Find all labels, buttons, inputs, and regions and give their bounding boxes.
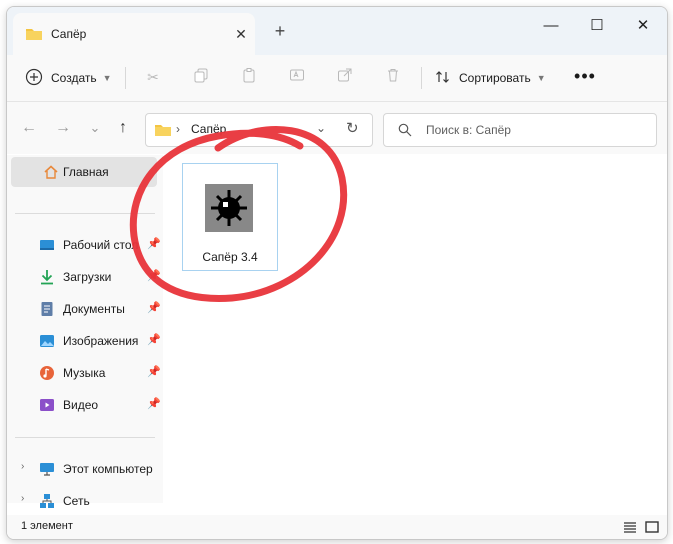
navigation-pane: Главная Рабочий стол 📌 Загрузки 📌 Докуме… bbox=[7, 155, 163, 508]
toolbar-divider bbox=[125, 67, 126, 89]
plus-circle-icon bbox=[25, 68, 43, 89]
paste-icon[interactable] bbox=[239, 67, 259, 87]
large-icons-view-icon[interactable] bbox=[645, 520, 659, 534]
sidebar-item-label: Музыка bbox=[63, 366, 106, 380]
share-icon[interactable] bbox=[335, 67, 355, 87]
pin-icon: 📌 bbox=[147, 366, 161, 378]
sidebar-item-downloads[interactable]: Загрузки 📌 bbox=[11, 263, 161, 291]
item-count: 1 элемент bbox=[21, 520, 73, 532]
sidebar-divider bbox=[15, 437, 155, 438]
tab-strip: Сапёр ✕ + — ☐ ✕ bbox=[7, 7, 667, 55]
tab-label: Сапёр bbox=[51, 27, 87, 41]
close-button[interactable]: ✕ bbox=[621, 11, 665, 41]
video-icon bbox=[39, 397, 55, 413]
pin-icon: 📌 bbox=[147, 270, 161, 282]
network-icon bbox=[39, 493, 55, 509]
computer-icon bbox=[39, 461, 55, 477]
chevron-down-icon: ▼ bbox=[102, 73, 112, 83]
new-tab-button[interactable]: + bbox=[269, 21, 291, 43]
sidebar-divider bbox=[15, 213, 155, 214]
more-options-button[interactable]: ••• bbox=[572, 65, 598, 91]
search-box[interactable]: Поиск в: Сапёр bbox=[383, 113, 657, 147]
navigation-bar: ← → ⌄ ↑ › Сапёр ⌄ ↻ Поиск в: Сапёр bbox=[7, 102, 667, 154]
folder-icon bbox=[154, 123, 172, 140]
desktop-icon bbox=[39, 237, 55, 253]
rename-icon[interactable] bbox=[287, 67, 307, 87]
sidebar-item-pictures[interactable]: Изображения 📌 bbox=[11, 327, 161, 355]
file-list: Сапёр 3.4 bbox=[164, 155, 667, 503]
maximize-button[interactable]: ☐ bbox=[575, 11, 619, 41]
sidebar-item-label: Сеть bbox=[63, 494, 90, 508]
create-button[interactable]: Создать ▼ bbox=[25, 65, 112, 91]
sidebar-item-label: Рабочий стол bbox=[63, 238, 139, 252]
delete-icon[interactable] bbox=[383, 67, 403, 87]
sidebar-item-label: Загрузки bbox=[63, 270, 112, 284]
recent-locations-button[interactable]: ⌄ bbox=[83, 116, 107, 140]
pin-icon: 📌 bbox=[147, 238, 161, 250]
cut-icon[interactable]: ✂ bbox=[143, 67, 163, 87]
sidebar-item-this-pc[interactable]: › Этот компьютер bbox=[11, 455, 159, 483]
folder-icon bbox=[25, 27, 43, 44]
back-button[interactable]: ← bbox=[17, 116, 41, 140]
sidebar-item-home[interactable]: Главная bbox=[11, 157, 157, 187]
tab-saper[interactable]: Сапёр ✕ bbox=[13, 13, 255, 55]
home-icon bbox=[43, 164, 59, 183]
explorer-window: Сапёр ✕ + — ☐ ✕ Создать ▼ ✂ Сортировать … bbox=[6, 6, 668, 540]
minimize-button[interactable]: — bbox=[529, 11, 573, 41]
pin-icon: 📌 bbox=[147, 302, 161, 314]
chevron-down-icon: ▼ bbox=[536, 73, 546, 83]
sidebar-item-label: Главная bbox=[63, 165, 109, 179]
sidebar-item-label: Изображения bbox=[63, 334, 139, 348]
sidebar-item-network[interactable]: › Сеть bbox=[11, 487, 159, 515]
sidebar-item-videos[interactable]: Видео 📌 bbox=[11, 391, 161, 419]
sidebar-item-label: Этот компьютер bbox=[63, 462, 153, 476]
status-bar: 1 элемент bbox=[7, 515, 667, 539]
sidebar-item-desktop[interactable]: Рабочий стол 📌 bbox=[11, 231, 161, 259]
sidebar-item-label: Документы bbox=[63, 302, 125, 316]
sort-label: Сортировать bbox=[459, 71, 531, 85]
create-label: Создать bbox=[51, 71, 97, 85]
sidebar-item-documents[interactable]: Документы 📌 bbox=[11, 295, 161, 323]
file-item-saper[interactable]: Сапёр 3.4 bbox=[182, 163, 278, 271]
pin-icon: 📌 bbox=[147, 334, 161, 346]
command-bar: Создать ▼ ✂ Сортировать ▼ ••• bbox=[7, 55, 667, 102]
file-name: Сапёр 3.4 bbox=[202, 250, 258, 264]
sort-icon bbox=[435, 69, 451, 88]
documents-icon bbox=[39, 301, 55, 317]
address-dropdown-icon[interactable]: ⌄ bbox=[316, 121, 326, 135]
pin-icon: 📌 bbox=[147, 398, 161, 410]
search-placeholder: Поиск в: Сапёр bbox=[426, 123, 511, 137]
search-icon bbox=[398, 123, 412, 140]
sidebar-item-music[interactable]: Музыка 📌 bbox=[11, 359, 161, 387]
tab-close-button[interactable]: ✕ bbox=[231, 24, 251, 44]
chevron-right-icon[interactable]: › bbox=[21, 461, 24, 472]
download-icon bbox=[39, 269, 55, 285]
forward-button[interactable]: → bbox=[51, 116, 75, 140]
sidebar-item-label: Видео bbox=[63, 398, 99, 412]
pictures-icon bbox=[39, 333, 55, 349]
chevron-right-icon[interactable]: › bbox=[21, 493, 24, 504]
up-button[interactable]: ↑ bbox=[111, 116, 135, 140]
toolbar-divider bbox=[421, 67, 422, 89]
breadcrumb-saper[interactable]: Сапёр bbox=[191, 122, 226, 136]
music-icon bbox=[39, 365, 55, 381]
minesweeper-icon bbox=[205, 184, 253, 232]
details-view-icon[interactable] bbox=[623, 520, 637, 534]
copy-icon[interactable] bbox=[191, 67, 211, 87]
sort-button[interactable]: Сортировать ▼ bbox=[435, 65, 546, 91]
breadcrumb-separator: › bbox=[176, 122, 180, 136]
refresh-icon[interactable]: ↻ bbox=[346, 119, 359, 137]
address-bar[interactable]: › Сапёр ⌄ ↻ bbox=[145, 113, 373, 147]
